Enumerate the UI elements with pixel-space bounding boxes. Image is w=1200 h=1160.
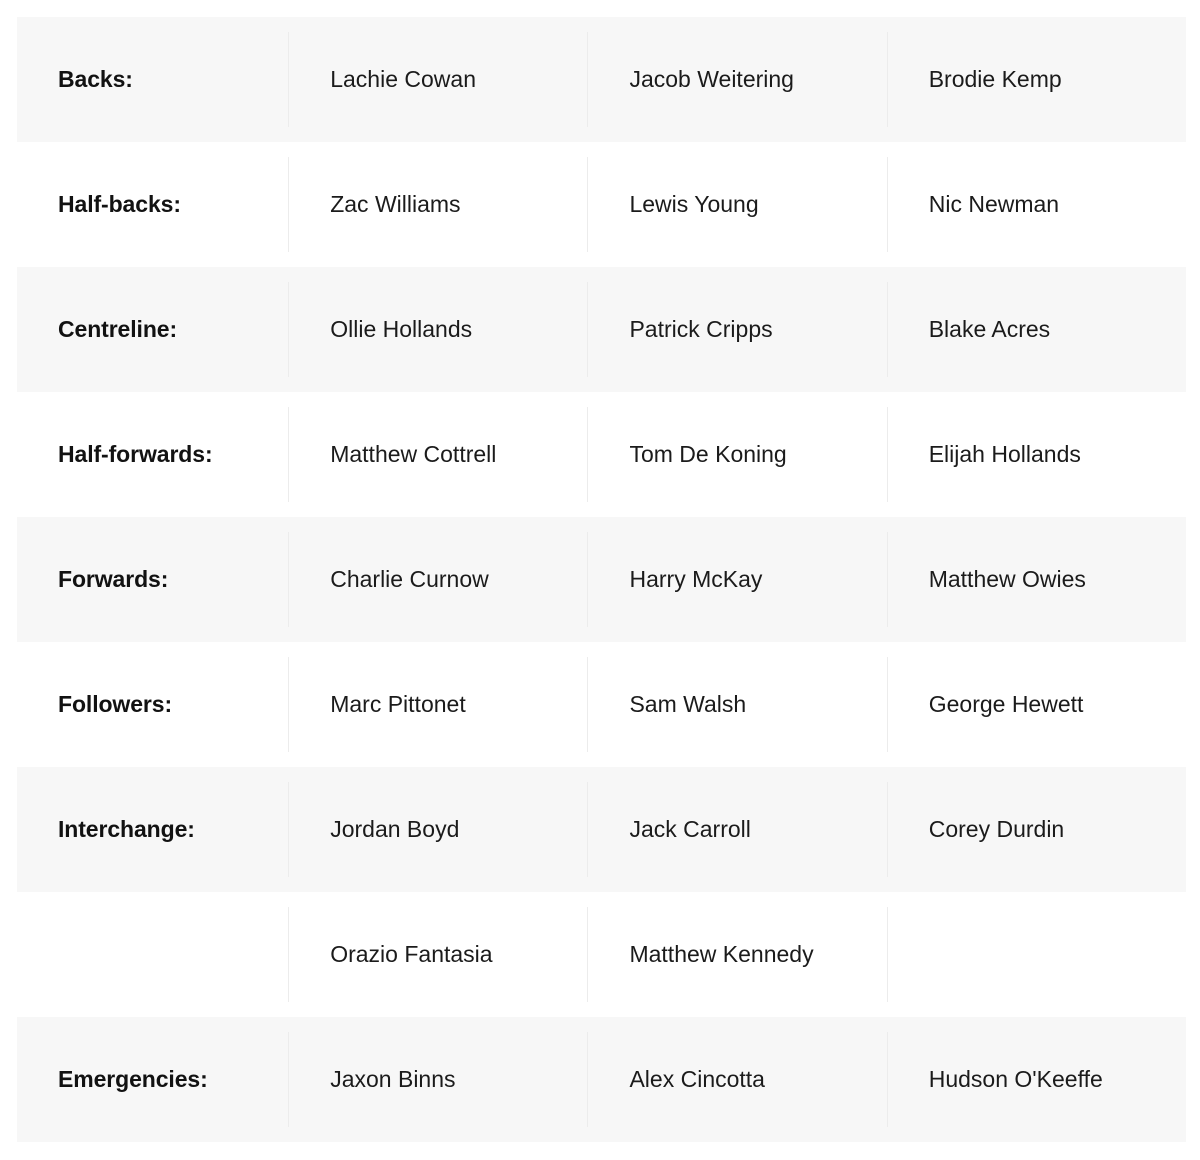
player-cell-1: Jordan Boyd [288, 767, 588, 892]
player-name: Hudson O'Keeffe [928, 1066, 1103, 1092]
position-cell: Centreline: [17, 267, 289, 392]
player-name: Lewis Young [629, 191, 759, 217]
player-cell-1: Orazio Fantasia [288, 892, 588, 1017]
player-cell-1: Matthew Cottrell [288, 392, 588, 517]
player-cell-1: Jaxon Binns [288, 1017, 588, 1142]
position-label: Centreline: [58, 316, 178, 342]
player-cell-3: Hudson O'Keeffe [886, 1017, 1186, 1142]
player-name: Lachie Cowan [330, 66, 476, 92]
player-name: Brodie Kemp [928, 66, 1062, 92]
player-name: Marc Pittonet [330, 691, 466, 717]
player-cell-1: Marc Pittonet [288, 642, 588, 767]
player-name: George Hewett [928, 691, 1084, 717]
position-label: Half-forwards: [58, 441, 213, 467]
player-cell-3: Corey Durdin [886, 767, 1186, 892]
player-name: Patrick Cripps [629, 316, 773, 342]
player-cell-2: Matthew Kennedy [587, 892, 887, 1017]
player-cell-1: Charlie Curnow [288, 517, 588, 642]
player-cell-1: Ollie Hollands [288, 267, 588, 392]
position-cell: Backs: [17, 17, 289, 142]
table-row: Half-forwards: Matthew Cottrell Tom De K… [17, 392, 1186, 517]
position-cell: Followers: [17, 642, 289, 767]
table-row: Forwards: Charlie Curnow Harry McKay Mat… [17, 517, 1186, 642]
player-cell-2: Alex Cincotta [587, 1017, 887, 1142]
player-name: Elijah Hollands [928, 441, 1081, 467]
player-name: Harry McKay [629, 566, 763, 592]
table-row: Orazio Fantasia Matthew Kennedy [17, 892, 1186, 1017]
player-cell-3: Blake Acres [886, 267, 1186, 392]
player-cell-3 [886, 892, 1186, 1017]
player-name [887, 954, 1186, 955]
position-label: Followers: [58, 691, 173, 717]
player-cell-2: Tom De Koning [587, 392, 887, 517]
player-name: Jaxon Binns [330, 1066, 456, 1092]
player-name: Zac Williams [330, 191, 461, 217]
position-label: Interchange: [58, 816, 195, 842]
player-name: Jacob Weitering [629, 66, 794, 92]
position-cell: Emergencies: [17, 1017, 289, 1142]
player-cell-3: Matthew Owies [886, 517, 1186, 642]
player-cell-2: Jack Carroll [587, 767, 887, 892]
player-name: Alex Cincotta [629, 1066, 765, 1092]
player-name: Corey Durdin [928, 816, 1065, 842]
position-label [17, 954, 288, 955]
player-name: Nic Newman [928, 191, 1060, 217]
player-name: Tom De Koning [629, 441, 787, 467]
player-cell-3: George Hewett [886, 642, 1186, 767]
table-row: Half-backs: Zac Williams Lewis Young Nic… [17, 142, 1186, 267]
player-cell-1: Lachie Cowan [288, 17, 588, 142]
position-cell: Half-forwards: [17, 392, 289, 517]
player-name: Matthew Kennedy [629, 941, 814, 967]
position-label: Forwards: [58, 566, 169, 592]
position-label: Emergencies: [58, 1066, 208, 1092]
table-row: Followers: Marc Pittonet Sam Walsh Georg… [17, 642, 1186, 767]
position-label: Half-backs: [58, 191, 181, 217]
table-row: Centreline: Ollie Hollands Patrick Cripp… [17, 267, 1186, 392]
position-label: Backs: [58, 66, 133, 92]
player-name: Matthew Cottrell [330, 441, 497, 467]
team-lineup-table: Backs: Lachie Cowan Jacob Weitering Brod… [17, 17, 1186, 1142]
player-cell-3: Elijah Hollands [886, 392, 1186, 517]
player-cell-3: Brodie Kemp [886, 17, 1186, 142]
player-name: Jordan Boyd [330, 816, 460, 842]
player-cell-1: Zac Williams [288, 142, 588, 267]
team-lineup-table-body: Backs: Lachie Cowan Jacob Weitering Brod… [17, 17, 1186, 1142]
table-row: Interchange: Jordan Boyd Jack Carroll Co… [17, 767, 1186, 892]
player-cell-2: Sam Walsh [587, 642, 887, 767]
team-lineup-table-wrapper: Backs: Lachie Cowan Jacob Weitering Brod… [17, 17, 1186, 1142]
position-cell: Interchange: [17, 767, 289, 892]
table-row: Emergencies: Jaxon Binns Alex Cincotta H… [17, 1017, 1186, 1142]
position-cell: Forwards: [17, 517, 289, 642]
player-cell-3: Nic Newman [886, 142, 1186, 267]
player-cell-2: Patrick Cripps [587, 267, 887, 392]
player-name: Blake Acres [928, 316, 1051, 342]
player-name: Orazio Fantasia [330, 941, 493, 967]
player-name: Sam Walsh [629, 691, 747, 717]
player-cell-2: Jacob Weitering [587, 17, 887, 142]
player-name: Matthew Owies [928, 566, 1086, 592]
position-cell [17, 892, 289, 1017]
player-name: Ollie Hollands [330, 316, 473, 342]
position-cell: Half-backs: [17, 142, 289, 267]
table-row: Backs: Lachie Cowan Jacob Weitering Brod… [17, 17, 1186, 142]
player-name: Charlie Curnow [330, 566, 489, 592]
player-cell-2: Harry McKay [587, 517, 887, 642]
player-name: Jack Carroll [629, 816, 751, 842]
player-cell-2: Lewis Young [587, 142, 887, 267]
